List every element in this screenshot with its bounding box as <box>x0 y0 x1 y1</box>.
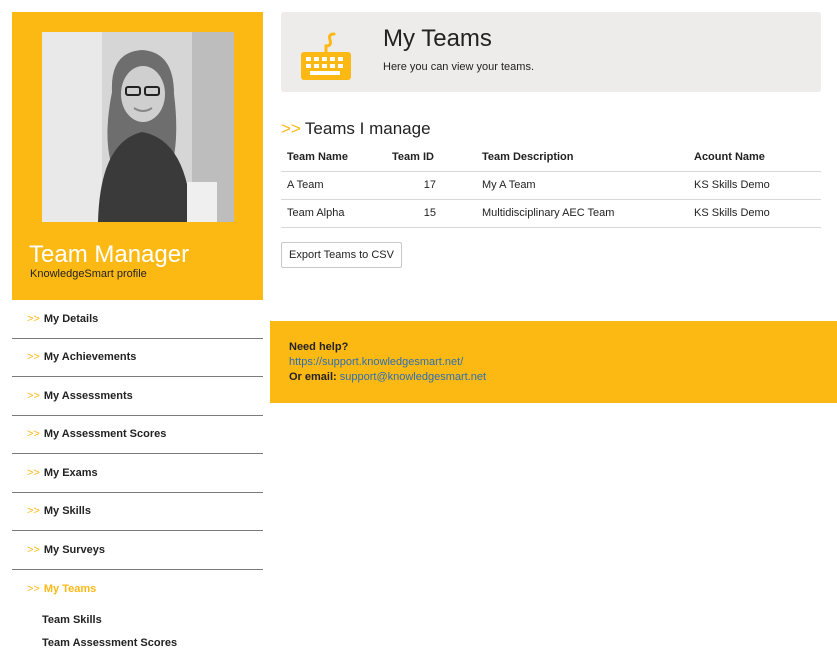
sidebar-item-label: My Surveys <box>43 543 106 556</box>
sidebar-item-my-teams[interactable]: >> My Teams <box>12 570 263 609</box>
support-email-link[interactable]: support@knowledgesmart.net <box>340 371 486 383</box>
section-title: >> Teams I manage <box>281 119 431 139</box>
sidebar-item-label: My Skills <box>43 505 91 518</box>
teams-table: Team Name Team ID Team Description Acoun… <box>281 143 821 228</box>
table-row: A Team 17 My A Team KS Skills Demo <box>281 171 821 200</box>
nav-arrows: >> <box>27 543 40 556</box>
section-arrows: >> <box>281 119 301 138</box>
cell-team-id: 17 <box>386 171 476 200</box>
nav-arrows: >> <box>27 505 40 518</box>
page-title: My Teams <box>383 25 492 52</box>
sidebar-item-label: My Exams <box>43 466 98 479</box>
keyboard-icon <box>300 32 352 82</box>
email-label: Or email: <box>289 371 337 383</box>
avatar-photo <box>42 32 234 222</box>
cell-account-name: KS Skills Demo <box>688 171 821 200</box>
column-header-team-name: Team Name <box>281 143 386 172</box>
sidebar-item-my-skills[interactable]: >> My Skills <box>12 493 263 531</box>
help-panel: Need help? https://support.knowledgesmar… <box>270 321 837 403</box>
sidebar-item-my-achievements[interactable]: >> My Achievements <box>12 339 263 377</box>
sidebar-item-my-surveys[interactable]: >> My Surveys <box>12 531 263 570</box>
sidebar-item-label: My Teams <box>43 582 97 595</box>
sidebar-item-my-assessment-scores[interactable]: >> My Assessment Scores <box>12 416 263 454</box>
profile-name: Team Manager <box>29 241 190 268</box>
nav-arrows: >> <box>27 312 40 325</box>
sidebar-subitem-team-skills[interactable]: Team Skills <box>12 608 263 631</box>
profile-card: Team Manager KnowledgeSmart profile <box>12 12 263 300</box>
cell-team-name: A Team <box>281 171 386 200</box>
section-title-text: Teams I manage <box>304 119 431 138</box>
sidebar-nav: >> My Details >> My Achievements >> My Asse… <box>12 300 263 608</box>
sidebar-item-my-exams[interactable]: >> My Exams <box>12 454 263 493</box>
sidebar-subitem-team-assessment-scores[interactable]: Team Assessment Scores <box>12 631 263 650</box>
column-header-team-description: Team Description <box>476 143 688 172</box>
sidebar-item-my-assessments[interactable]: >> My Assessments <box>12 377 263 416</box>
table-header-row: Team Name Team ID Team Description Acoun… <box>281 143 821 172</box>
help-heading: Need help? <box>289 341 349 353</box>
nav-arrows: >> <box>27 466 40 479</box>
profile-subtitle: KnowledgeSmart profile <box>30 268 147 280</box>
sidebar-item-label: My Details <box>43 312 99 325</box>
page-subtitle: Here you can view your teams. <box>383 61 535 73</box>
nav-arrows: >> <box>27 389 40 402</box>
sidebar-item-label: My Achievements <box>43 351 137 364</box>
sidebar-subnav: Team Skills Team Assessment Scores <box>12 608 263 650</box>
avatar <box>42 32 234 222</box>
cell-team-id: 15 <box>386 199 476 228</box>
cell-account-name: KS Skills Demo <box>688 199 821 228</box>
sidebar: Team Manager KnowledgeSmart profile >> My… <box>12 12 263 650</box>
cell-team-description: Multidisciplinary AEC Team <box>476 199 688 228</box>
column-header-team-id: Team ID <box>386 143 476 172</box>
page-header: My Teams Here you can view your teams. <box>281 12 821 92</box>
cell-team-name: Team Alpha <box>281 199 386 228</box>
nav-arrows: >> <box>27 582 40 595</box>
nav-arrows: >> <box>27 351 40 364</box>
column-header-account-name: Acount Name <box>688 143 821 172</box>
export-teams-csv-button[interactable]: Export Teams to CSV <box>281 242 402 268</box>
sidebar-item-my-details[interactable]: >> My Details <box>12 300 263 339</box>
support-link[interactable]: https://support.knowledgesmart.net/ <box>289 356 463 368</box>
nav-arrows: >> <box>27 428 40 441</box>
sidebar-item-label: My Assessments <box>43 389 133 402</box>
sidebar-item-label: My Assessment Scores <box>43 428 167 441</box>
table-row: Team Alpha 15 Multidisciplinary AEC Team… <box>281 199 821 228</box>
cell-team-description: My A Team <box>476 171 688 200</box>
